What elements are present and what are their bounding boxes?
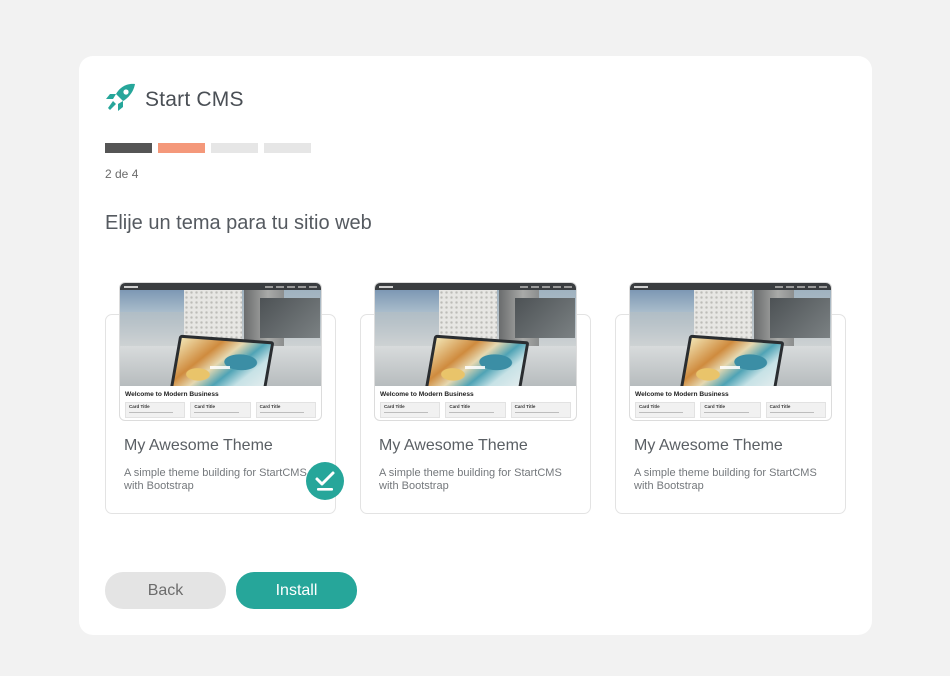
install-button[interactable]: Install: [236, 572, 357, 609]
installer-card: Start CMS 2 de 4 Elije un tema para tu s…: [79, 56, 872, 635]
preview-card-title: Card Title: [194, 404, 215, 409]
theme-name: My Awesome Theme: [634, 437, 783, 454]
preview-brand: [124, 285, 138, 288]
back-button[interactable]: Back: [105, 572, 226, 609]
theme-description: A simple theme building for StartCMS wit…: [124, 467, 307, 492]
preview-card-title: Card Title: [129, 404, 150, 409]
preview-card-title: Card Title: [514, 404, 536, 409]
preview-brand: [379, 285, 393, 288]
theme-preview: Welcome to Modern Business Card Title Ca…: [374, 282, 577, 421]
theme-card-2[interactable]: Welcome to Modern Business Card Title Ca…: [360, 282, 591, 514]
brand-name: Start CMS: [145, 87, 244, 111]
theme-preview: Welcome to Modern Business Card Title Ca…: [119, 282, 322, 421]
progress-step-2: [158, 143, 205, 153]
check-circle-icon: [306, 462, 344, 500]
preview-brand: [634, 285, 648, 288]
preview-card-title: Card Title: [769, 404, 791, 409]
progress-step-3: [211, 143, 258, 153]
preview-card-title: Card Title: [384, 404, 405, 409]
preview-hero-image: [120, 290, 321, 386]
preview-hero-image: [630, 290, 831, 386]
preview-card-title: Card Title: [704, 404, 725, 409]
preview-card-title: Card Title: [449, 404, 470, 409]
preview-hero-image: [375, 290, 576, 386]
preview-card-title: Card Title: [639, 404, 660, 409]
progress-label: 2 de 4: [105, 167, 139, 181]
page-title: Elije un tema para tu sitio web: [105, 212, 372, 234]
theme-name: My Awesome Theme: [379, 437, 528, 454]
theme-description: A simple theme building for StartCMS wit…: [634, 467, 817, 492]
preview-card-title: Card Title: [259, 404, 281, 409]
preview-welcome: Welcome to Modern Business: [635, 391, 729, 398]
progress-step-1: [105, 143, 152, 153]
theme-preview: Welcome to Modern Business Card Title Ca…: [629, 282, 832, 421]
preview-navbar: [120, 283, 321, 290]
theme-card-1[interactable]: Welcome to Modern Business Card Title Ca…: [105, 282, 344, 514]
progress-step-4: [264, 143, 311, 153]
rocket-icon: [105, 82, 137, 117]
theme-card-3[interactable]: Welcome to Modern Business Card Title Ca…: [615, 282, 846, 514]
preview-welcome: Welcome to Modern Business: [125, 391, 219, 398]
theme-description: A simple theme building for StartCMS wit…: [379, 467, 562, 492]
preview-welcome: Welcome to Modern Business: [380, 391, 474, 398]
progress-steps: [105, 143, 311, 153]
preview-navbar: [630, 283, 831, 290]
preview-navbar: [375, 283, 576, 290]
brand: Start CMS: [105, 82, 244, 117]
theme-name: My Awesome Theme: [124, 437, 273, 454]
